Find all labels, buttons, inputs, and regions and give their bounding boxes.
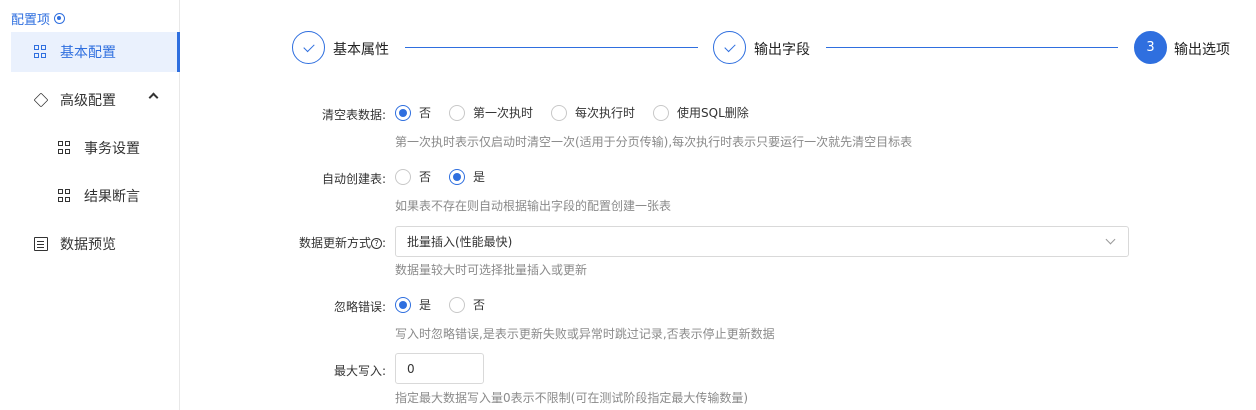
step-1-circle[interactable] xyxy=(292,31,325,64)
chevron-down-icon xyxy=(1105,234,1116,245)
sidebar-item-label: 高级配置 xyxy=(60,93,116,109)
ignore-error-label: 忽略错误: xyxy=(333,300,386,314)
sidebar-item-label: 事务设置 xyxy=(84,141,140,157)
clear-table-option-no[interactable]: 否 xyxy=(395,104,431,121)
sidebar-item-result-assertion[interactable]: 结果断言 xyxy=(11,176,179,216)
sidebar-title: 配置项 xyxy=(11,9,66,28)
sidebar-item-transaction-settings[interactable]: 事务设置 xyxy=(11,128,179,168)
help-icon[interactable]: ? xyxy=(370,238,382,249)
step-connector xyxy=(405,47,698,48)
check-icon xyxy=(723,40,736,52)
check-icon xyxy=(302,40,315,52)
radio-dot[interactable] xyxy=(395,168,411,185)
update-mode-select[interactable]: 批量插入(性能最快) xyxy=(395,226,1129,257)
step-3-circle[interactable]: 3 xyxy=(1134,31,1167,64)
sidebar-item-label: 结果断言 xyxy=(84,189,140,205)
radio-dot[interactable] xyxy=(395,296,411,313)
clear-table-option-sql-delete[interactable]: 使用SQL删除 xyxy=(653,104,749,121)
update-mode-value: 批量插入(性能最快) xyxy=(407,235,513,249)
radio-dot[interactable] xyxy=(653,104,670,121)
step-3-label: 输出选项 xyxy=(1174,42,1230,58)
step-2-label: 输出字段 xyxy=(754,42,810,58)
app-root: 配置项 基本配置 高级配置 事务设置 结果断言 数据预览 基本属性 输出字段 3… xyxy=(0,0,1256,410)
step-indicator: 基本属性 输出字段 3 输出选项 xyxy=(292,31,1232,65)
clear-table-hint: 第一次执时表示仅启动时清空一次(适用于分页传输),每次执行时表示只要运行一次就先… xyxy=(395,135,913,149)
max-write-hint: 指定最大数据写入量0表示不限制(可在测试阶段指定最大传输数量) xyxy=(395,391,749,405)
update-mode-hint: 数据量较大时可选择批量插入或更新 xyxy=(395,263,588,277)
step-3-number: 3 xyxy=(1146,40,1155,55)
auto-create-hint: 如果表不存在则自动根据输出字段的配置创建一张表 xyxy=(395,199,672,213)
grid-icon xyxy=(34,45,48,59)
clear-table-label: 清空表数据: xyxy=(321,108,386,122)
step-connector xyxy=(826,47,1118,48)
sidebar-item-basic-config[interactable]: 基本配置 xyxy=(11,32,180,72)
chevron-up-icon[interactable] xyxy=(148,92,159,103)
clear-table-option-first-run[interactable]: 第一次执时 xyxy=(449,104,533,121)
step-1-label: 基本属性 xyxy=(333,42,389,58)
step-2-circle[interactable] xyxy=(713,31,746,64)
cube-icon xyxy=(33,92,49,108)
auto-create-option-yes[interactable]: 是 xyxy=(449,168,485,185)
sidebar-item-label: 基本配置 xyxy=(60,45,116,61)
ignore-error-option-no[interactable]: 否 xyxy=(449,296,485,313)
sidebar-item-advanced-config[interactable]: 高级配置 xyxy=(11,80,179,120)
auto-create-radio-group: 否 是 xyxy=(395,168,503,185)
auto-create-label: 自动创建表: xyxy=(321,172,386,186)
radio-dot[interactable] xyxy=(449,168,466,185)
radio-dot[interactable] xyxy=(449,296,466,313)
settings-icon[interactable] xyxy=(54,13,66,24)
sidebar: 配置项 基本配置 高级配置 事务设置 结果断言 数据预览 xyxy=(0,0,180,410)
sidebar-item-data-preview[interactable]: 数据预览 xyxy=(11,224,179,264)
sidebar-title-text: 配置项 xyxy=(11,13,51,28)
clear-table-option-every-run[interactable]: 每次执行时 xyxy=(551,104,635,121)
grid-icon xyxy=(58,189,72,203)
radio-dot[interactable] xyxy=(449,104,466,121)
sidebar-item-label: 数据预览 xyxy=(60,237,116,253)
radio-dot[interactable] xyxy=(551,104,568,121)
radio-dot[interactable] xyxy=(395,104,411,121)
ignore-error-radio-group: 是 否 xyxy=(395,296,503,313)
clear-table-radio-group: 否 第一次执时 每次执行时 使用SQL删除 xyxy=(395,104,767,121)
update-mode-label: 数据更新方式?: xyxy=(298,236,386,250)
ignore-error-option-yes[interactable]: 是 xyxy=(395,296,431,313)
document-preview-icon xyxy=(34,237,48,251)
auto-create-option-no[interactable]: 否 xyxy=(395,168,431,185)
max-write-input[interactable] xyxy=(395,353,484,384)
ignore-error-hint: 写入时忽略错误,是表示更新失败或异常时跳过记录,否表示停止更新数据 xyxy=(395,327,775,341)
max-write-label: 最大写入: xyxy=(333,364,386,378)
grid-icon xyxy=(58,141,72,155)
